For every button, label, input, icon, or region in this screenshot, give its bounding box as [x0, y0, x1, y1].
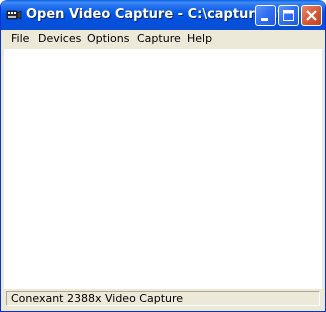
close-button[interactable] — [301, 5, 322, 26]
menu-bar: File Devices Options Capture Help — [4, 30, 322, 50]
menu-options[interactable]: Options — [85, 32, 131, 45]
menu-file[interactable]: File — [9, 32, 31, 45]
status-bar: Conexant 2388x Video Capture — [4, 289, 322, 308]
maximize-icon — [283, 10, 294, 21]
minimize-icon — [261, 18, 268, 21]
minimize-button[interactable] — [255, 5, 276, 26]
status-pane: Conexant 2388x Video Capture — [6, 291, 320, 306]
maximize-button[interactable] — [278, 5, 299, 26]
video-camera-icon[interactable] — [6, 7, 22, 23]
status-text: Conexant 2388x Video Capture — [11, 292, 184, 305]
menu-capture[interactable]: Capture — [135, 32, 183, 45]
menu-help[interactable]: Help — [185, 32, 214, 45]
title-bar[interactable]: Open Video Capture - C:\capture.avi — [1, 0, 325, 30]
app-window: Open Video Capture - C:\capture.avi File… — [0, 0, 326, 312]
close-icon — [306, 10, 317, 21]
capture-preview-area[interactable] — [4, 49, 322, 289]
menu-devices[interactable]: Devices — [36, 32, 83, 45]
window-title: Open Video Capture - C:\capture.avi — [26, 7, 291, 22]
